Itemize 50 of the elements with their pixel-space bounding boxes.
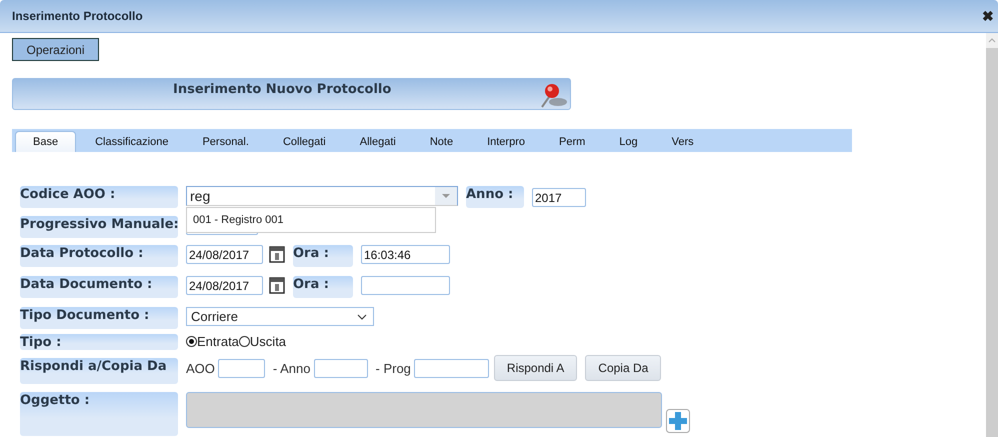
tab[interactable]: Collegati xyxy=(266,131,343,152)
field-label: Ora : xyxy=(293,276,353,298)
field-label: - Anno xyxy=(272,361,310,376)
caret-icon xyxy=(442,194,450,198)
field-label: Codice AOO : xyxy=(20,186,178,208)
aoo-combobox[interactable]: reg xyxy=(186,186,458,206)
copy-button[interactable]: Copia Da xyxy=(585,355,662,381)
radio-option[interactable]: Uscita xyxy=(238,334,286,349)
date-field[interactable]: 24/08/2017 xyxy=(186,276,263,295)
scroll-up-icon[interactable] xyxy=(986,33,998,48)
field-label: Ora : xyxy=(293,245,353,267)
tab[interactable]: Perm xyxy=(542,131,602,152)
reply-button[interactable]: Rispondi A xyxy=(494,355,578,381)
year-field[interactable] xyxy=(314,359,368,378)
field-label: AOO xyxy=(186,361,215,376)
tab[interactable]: Base xyxy=(15,131,76,152)
header-title: Inserimento Nuovo Protocollo xyxy=(173,82,392,96)
tab[interactable]: Note xyxy=(412,131,470,152)
field-label: Progressivo Manuale: xyxy=(20,216,178,238)
field-label: Tipo : xyxy=(20,334,178,350)
field-label: - Prog xyxy=(376,361,411,376)
document-type-select[interactable]: Corriere xyxy=(186,307,374,326)
window-title: Inserimento Protocollo xyxy=(12,9,143,23)
calendar-icon[interactable] xyxy=(269,245,285,263)
scrollbar[interactable] xyxy=(986,33,998,437)
tab[interactable]: Log xyxy=(602,131,655,152)
time-field[interactable]: 16:03:46 xyxy=(361,245,450,264)
chevron-icon xyxy=(357,314,367,320)
add-icon[interactable] xyxy=(666,409,690,433)
close-button[interactable]: ✖ xyxy=(982,8,994,24)
number-field[interactable] xyxy=(414,359,489,378)
aoo-field[interactable] xyxy=(218,359,265,378)
year-field[interactable]: 2017 xyxy=(532,188,586,207)
field-label: Data Documento : xyxy=(20,276,178,298)
field-label: Tipo Documento : xyxy=(20,307,178,329)
operations-button[interactable]: Operazioni xyxy=(12,38,99,61)
field-label: Rispondi a/Copia Da xyxy=(20,358,178,384)
tab[interactable]: Interpro xyxy=(470,131,542,152)
dropdown-option[interactable]: 001 - Registro 001 xyxy=(187,214,284,226)
calendar-icon[interactable] xyxy=(269,276,285,294)
radio-option[interactable]: Entrata xyxy=(186,334,239,349)
field-label: Oggetto : xyxy=(20,392,178,436)
tab[interactable]: Vers xyxy=(654,131,711,152)
field-label: Data Protocollo : xyxy=(20,245,178,267)
tab[interactable]: Classificazione xyxy=(78,131,186,152)
date-field[interactable]: 24/08/2017 xyxy=(186,245,263,264)
tab[interactable]: Allegati xyxy=(342,131,413,152)
time-field[interactable] xyxy=(361,276,450,295)
field-label: Anno : xyxy=(466,186,524,208)
tab[interactable]: Personal. xyxy=(185,131,266,152)
